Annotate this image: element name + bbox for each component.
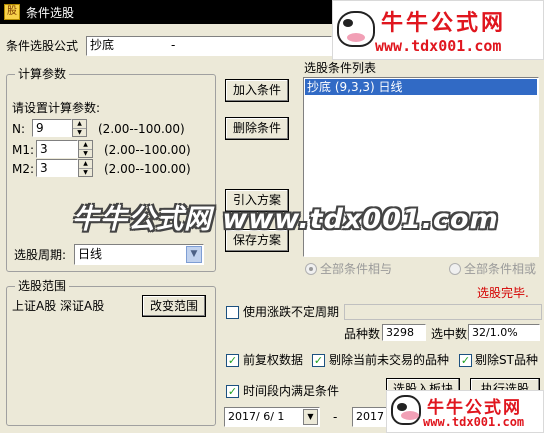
- watermark-url: www.tdx001.com: [375, 37, 502, 55]
- range-group-label: 选股范围: [15, 279, 70, 293]
- variable-period-checkbox[interactable]: [226, 306, 239, 319]
- start-date-picker[interactable]: 2017/ 6/ 1 ▼: [224, 407, 320, 427]
- chevron-down-icon[interactable]: ▼: [186, 246, 202, 263]
- param-n-label: N:: [12, 122, 26, 136]
- period-select[interactable]: 日线 ▼: [74, 244, 204, 265]
- period-value: 日线: [78, 247, 103, 261]
- delete-condition-button[interactable]: 删除条件: [225, 117, 289, 140]
- param-n-input[interactable]: 9: [32, 119, 72, 137]
- all-or-label: 全部条件相或: [464, 262, 537, 276]
- formula-name: 抄底: [90, 38, 115, 52]
- exclude-st-checkbox[interactable]: ✓: [459, 354, 472, 367]
- change-range-button[interactable]: 改变范围: [142, 295, 206, 317]
- param-n-range: (2.00--100.00): [98, 122, 185, 136]
- formula-field[interactable]: 抄底 -: [86, 36, 332, 56]
- add-condition-button[interactable]: 加入条件: [225, 79, 289, 102]
- forward-adjust-label: 前复权数据: [243, 353, 304, 367]
- range-value: 上证A股 深证A股: [12, 299, 105, 313]
- end-date-value: 2017: [356, 410, 384, 423]
- exclude-untraded-checkbox[interactable]: ✓: [312, 354, 325, 367]
- window-title: 条件选股: [26, 6, 75, 20]
- watermark-bottom: 牛牛公式网 www.tdx001.com: [386, 390, 544, 433]
- param-n-spinner[interactable]: ▲ ▼: [72, 119, 87, 137]
- chevron-down-icon[interactable]: ▼: [303, 409, 318, 425]
- period-label: 选股周期:: [14, 248, 67, 262]
- start-date-value: 2017/ 6/ 1: [228, 410, 285, 423]
- all-and-label: 全部条件相与: [320, 262, 393, 276]
- params-group-label: 计算参数: [15, 67, 70, 81]
- forward-adjust-checkbox[interactable]: ✓: [226, 354, 239, 367]
- watermark-brand: 牛牛公式网: [381, 10, 507, 36]
- total-count-value: 3298: [382, 324, 426, 341]
- cow-logo-icon: [391, 395, 421, 425]
- param-m1-spinner[interactable]: ▲ ▼: [78, 140, 93, 158]
- variable-period-label: 使用涨跌不定周期: [243, 305, 340, 319]
- conditions-label: 选股条件列表: [304, 61, 377, 75]
- selected-count-label: 选中数: [431, 327, 468, 341]
- param-m2-range: (2.00--100.00): [104, 162, 191, 176]
- exclude-st-label: 剔除ST品种: [475, 353, 538, 367]
- param-m1-range: (2.00--100.00): [104, 143, 191, 157]
- params-prompt: 请设置计算参数:: [12, 101, 101, 115]
- cow-logo-icon: [337, 11, 375, 47]
- exclude-untraded-label: 剔除当前未交易的品种: [329, 353, 450, 367]
- total-count-label: 品种数: [344, 327, 381, 341]
- formula-dash: -: [171, 38, 176, 52]
- all-and-radio[interactable]: [305, 263, 317, 275]
- watermark-top: 牛牛公式网 www.tdx001.com: [332, 0, 544, 60]
- progress-bar: [344, 304, 542, 320]
- time-period-label: 时间段内满足条件: [243, 384, 340, 398]
- param-m1-label: M1:: [12, 143, 35, 157]
- param-m2-input[interactable]: 3: [36, 159, 78, 177]
- all-or-radio[interactable]: [449, 263, 461, 275]
- formula-label: 条件选股公式: [6, 39, 79, 53]
- watermark-url-bottom: www.tdx001.com: [423, 415, 525, 429]
- app-icon: 股: [4, 4, 20, 20]
- selected-count-value: 32/1.0%: [468, 324, 540, 341]
- condition-item[interactable]: 抄底 (9,3,3) 日线: [305, 79, 537, 95]
- param-m2-label: M2:: [12, 162, 35, 176]
- date-separator: -: [333, 410, 338, 424]
- status-text: 选股完毕.: [477, 286, 529, 300]
- overlay-watermark: 牛牛公式网 www.tdx001.com: [72, 204, 499, 235]
- param-m2-spinner[interactable]: ▲ ▼: [78, 159, 93, 177]
- time-period-checkbox[interactable]: ✓: [226, 385, 239, 398]
- param-m1-input[interactable]: 3: [36, 140, 78, 158]
